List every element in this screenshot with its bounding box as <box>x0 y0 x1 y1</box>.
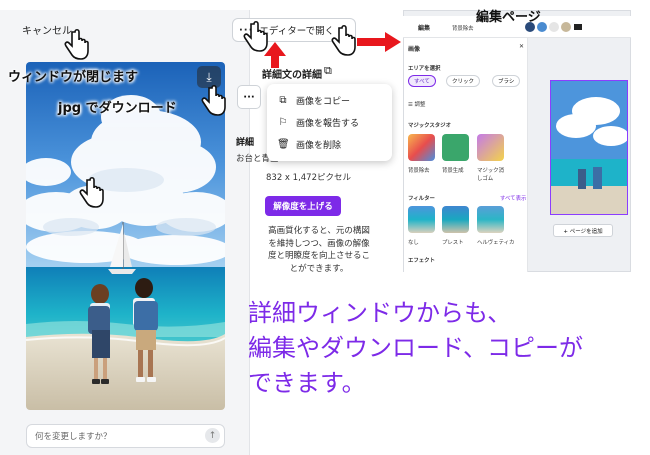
filter-label: プレスト <box>442 240 464 246</box>
pill-brush-label: ブラシ <box>498 79 515 85</box>
send-arrow-icon[interactable]: ↑ <box>205 428 220 443</box>
filter-thumb[interactable] <box>442 206 469 233</box>
prompt-placeholder: 何を変更しますか？ <box>35 432 112 442</box>
tool-thumb-bg-remove[interactable] <box>408 134 435 161</box>
effects-title: エフェクト <box>408 258 435 264</box>
tool-thumb-magic-eraser[interactable] <box>477 134 504 161</box>
upscale-description: 高画質化すると、元の構図を維持しつつ、画像の解像度と明瞭度を向上させることができ… <box>267 226 370 274</box>
flag-icon: ⚐ <box>278 116 288 128</box>
menu-item-copy-image[interactable]: ⧉ 画像をコピー <box>267 89 392 111</box>
pill-all-label: すべて <box>414 79 430 85</box>
see-all-link[interactable]: すべて表示 <box>500 194 526 202</box>
filter-thumb[interactable] <box>408 206 435 233</box>
copy-icon: ⧉ <box>279 94 287 106</box>
add-page-button[interactable]: + ページを追加 <box>553 224 613 237</box>
more-dots-icon: ··· <box>243 91 255 103</box>
menu-item-report-image[interactable]: ⚐ 画像を報告する <box>267 111 392 133</box>
toolbar-bg-remove-button[interactable]: 背景除去 <box>452 24 474 32</box>
adjust-label: 調整 <box>414 102 426 108</box>
editor-panel-title: 画像 <box>408 46 421 53</box>
editor-canvas[interactable] <box>550 80 628 215</box>
toolbar-edit-button[interactable]: 編集 <box>418 23 430 32</box>
caption-jpg-download: jpg でダウンロード <box>58 101 177 116</box>
download-icon: ⤓ <box>206 69 212 84</box>
hand-cursor-icon <box>331 24 356 56</box>
pill-click[interactable]: クリック <box>446 75 481 87</box>
screenshot-root: { "left_panel": { "cancel_label": "キャンセル… <box>0 0 650 455</box>
menu-item-label: 画像を報告する <box>296 118 360 129</box>
hand-cursor-icon <box>201 84 226 116</box>
detail-dimensions: 832 x 1,472ピクセル <box>266 173 351 183</box>
tool-label: マジック消しゴム <box>477 168 504 182</box>
detail-section-title: 詳細 <box>236 138 255 148</box>
explanation-text: 詳細ウィンドウからも、 編集やダウンロード、コピーが できます。 <box>248 296 583 401</box>
filter-label: なし <box>408 240 419 246</box>
area-select-label: エリアを選択 <box>408 66 441 72</box>
filter-label: ヘルヴェティカ <box>477 240 515 246</box>
explanation-line: できます。 <box>248 369 366 397</box>
close-icon[interactable]: ✕ <box>519 43 524 50</box>
red-arrow-right-icon <box>357 32 401 52</box>
upscale-button[interactable]: 解像度を上げる <box>265 196 341 216</box>
tool-label: 背景除去 <box>408 168 430 174</box>
explanation-line: 詳細ウィンドウからも、 <box>248 299 512 327</box>
magic-studio-title: マジックスタジオ <box>408 123 451 129</box>
hand-cursor-icon <box>79 176 104 208</box>
tool-thumb-bg-generate[interactable] <box>442 134 469 161</box>
caption-window-closes: ウィンドウが閉じます <box>8 70 139 85</box>
menu-item-delete-image[interactable]: 🗑 画像を削除 <box>267 133 392 155</box>
menu-item-label: 画像を削除 <box>296 140 342 151</box>
pill-click-label: クリック <box>452 79 475 85</box>
context-menu: ⧉ 画像をコピー ⚐ 画像を報告する 🗑 画像を削除 <box>267 84 392 161</box>
hand-cursor-icon <box>243 20 268 52</box>
explanation-line: 編集やダウンロード、コピーが <box>248 334 584 362</box>
canvas-image <box>551 81 627 214</box>
filter-thumb[interactable] <box>477 206 504 233</box>
filters-title: フィルター <box>408 196 435 202</box>
adjust-row[interactable]: ☰ 調整 <box>408 100 425 108</box>
trash-icon: 🗑 <box>277 138 290 150</box>
caption-edit-page: 編集ページ <box>476 10 541 25</box>
prompt-input[interactable]: 何を変更しますか？ <box>26 424 225 448</box>
hand-cursor-icon <box>64 28 89 60</box>
pill-brush[interactable]: ブラシ <box>492 75 521 87</box>
tool-label: 背景生成 <box>442 168 464 174</box>
open-in-editor-label: エディターで開く <box>259 26 335 37</box>
pill-all[interactable]: すべて <box>408 75 436 87</box>
more-options-button[interactable]: ··· <box>237 85 261 109</box>
copy-icon[interactable]: ⧉ <box>324 64 332 78</box>
menu-item-label: 画像をコピー <box>296 96 351 107</box>
